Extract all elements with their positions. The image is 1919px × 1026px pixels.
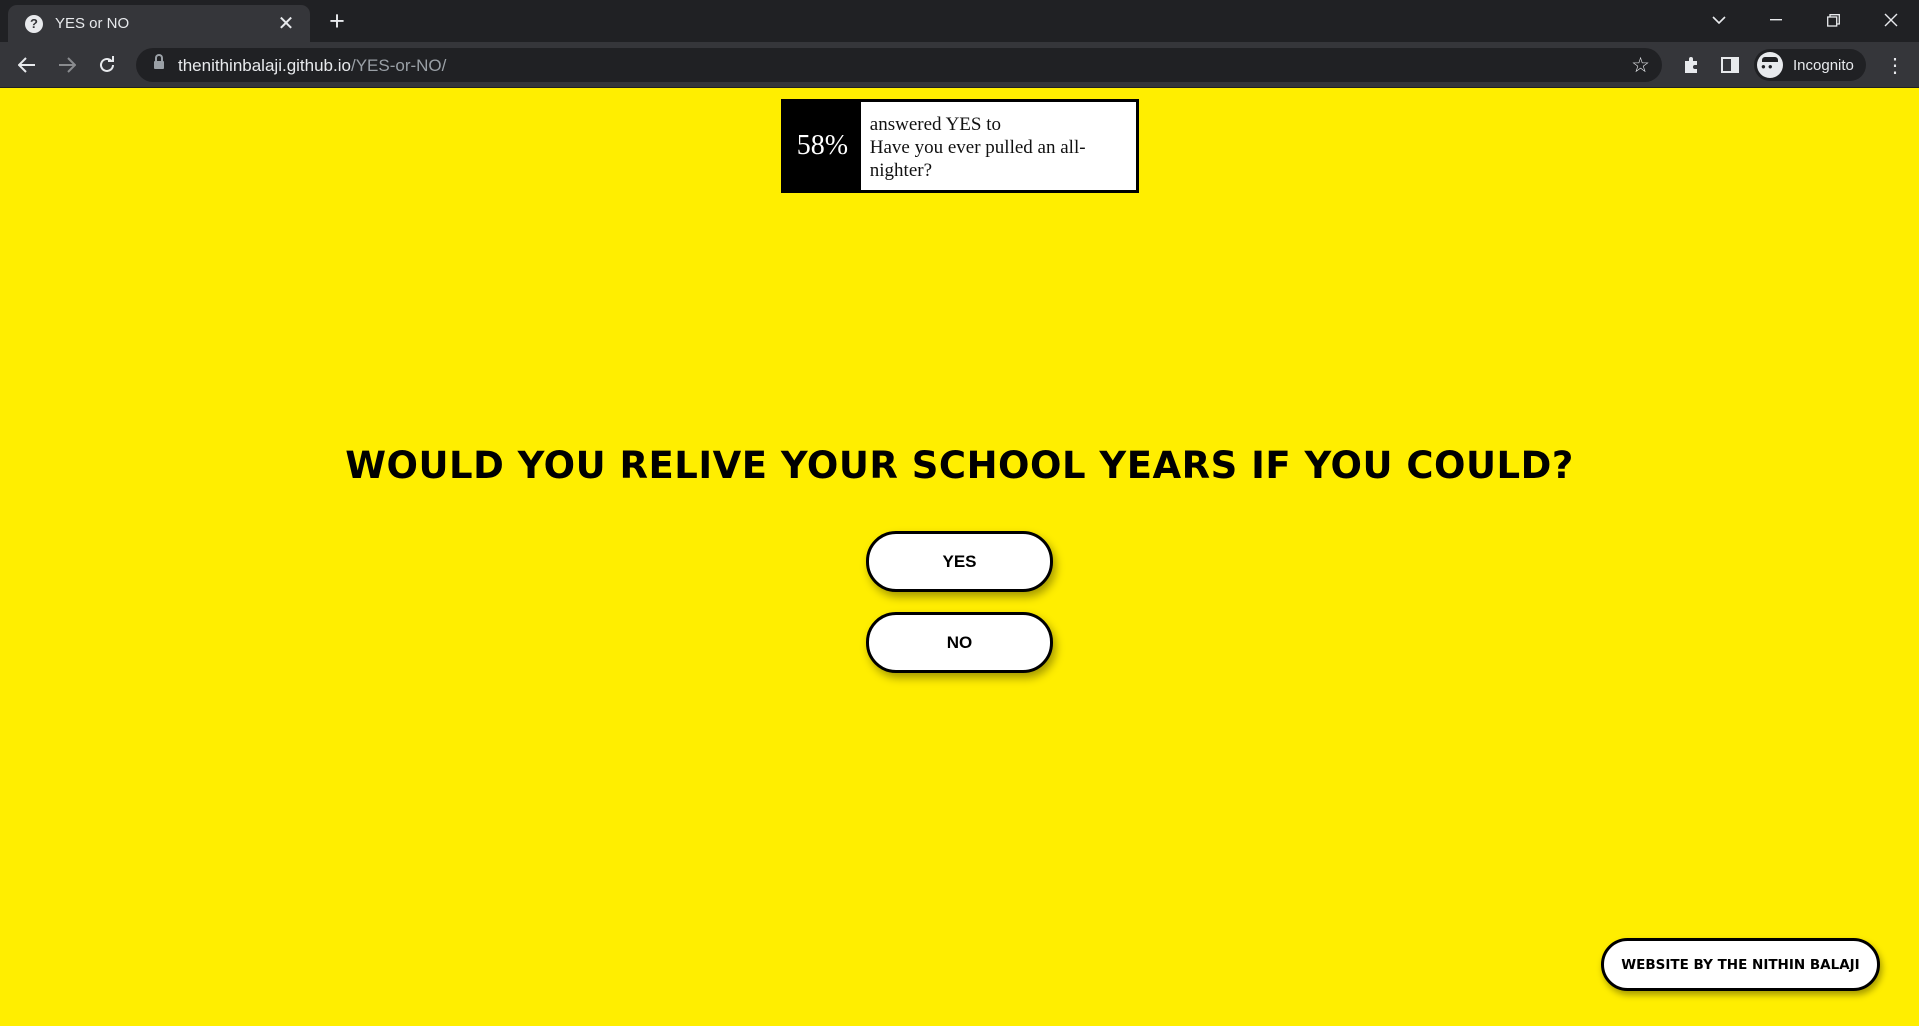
previous-answer-stat-card: 58% answered YES to Have you ever pulled… bbox=[781, 99, 1139, 193]
incognito-label: Incognito bbox=[1793, 56, 1854, 74]
stat-percent: 58% bbox=[784, 102, 861, 190]
close-tab-icon[interactable]: ✕ bbox=[275, 13, 297, 35]
question-heading: WOULD YOU RELIVE YOUR SCHOOL YEARS IF YO… bbox=[345, 444, 1574, 487]
bookmark-star-icon[interactable]: ☆ bbox=[1631, 53, 1650, 78]
url-text: thenithinbalaji.github.io/YES-or-NO/ bbox=[178, 56, 447, 75]
close-window-icon[interactable] bbox=[1863, 0, 1919, 40]
address-bar[interactable]: thenithinbalaji.github.io/YES-or-NO/ ☆ bbox=[136, 48, 1662, 82]
restore-icon[interactable] bbox=[1805, 0, 1861, 40]
no-button[interactable]: NO bbox=[866, 612, 1053, 673]
minimize-icon[interactable] bbox=[1748, 0, 1804, 40]
stat-question: Have you ever pulled an all-nighter? bbox=[869, 137, 1086, 181]
new-tab-icon[interactable]: + bbox=[323, 8, 351, 36]
browser-tab[interactable]: ? YES or NO ✕ bbox=[8, 5, 310, 42]
tab-search-chevron-icon[interactable] bbox=[1691, 0, 1747, 40]
side-panel-icon[interactable] bbox=[1715, 50, 1745, 80]
browser-tab-strip: ? YES or NO ✕ + bbox=[0, 0, 1919, 42]
incognito-icon bbox=[1757, 52, 1783, 78]
stat-description: answered YES to Have you ever pulled an … bbox=[861, 102, 1136, 190]
reload-icon[interactable] bbox=[91, 49, 123, 81]
lock-icon[interactable] bbox=[154, 54, 164, 71]
question-icon: ? bbox=[25, 14, 43, 33]
yes-button[interactable]: YES bbox=[866, 531, 1053, 592]
forward-icon[interactable] bbox=[51, 49, 83, 81]
stat-line: answered YES to bbox=[869, 114, 1001, 135]
incognito-profile-button[interactable]: Incognito bbox=[1754, 49, 1866, 81]
back-icon[interactable] bbox=[11, 49, 43, 81]
website-credit-button[interactable]: WEBSITE BY THE NITHIN BALAJI bbox=[1601, 938, 1880, 991]
browser-toolbar: thenithinbalaji.github.io/YES-or-NO/ ☆ I… bbox=[0, 42, 1919, 88]
extensions-icon[interactable] bbox=[1676, 50, 1706, 80]
more-menu-icon[interactable]: ⋮ bbox=[1880, 50, 1910, 80]
tab-title: YES or NO bbox=[55, 15, 130, 32]
